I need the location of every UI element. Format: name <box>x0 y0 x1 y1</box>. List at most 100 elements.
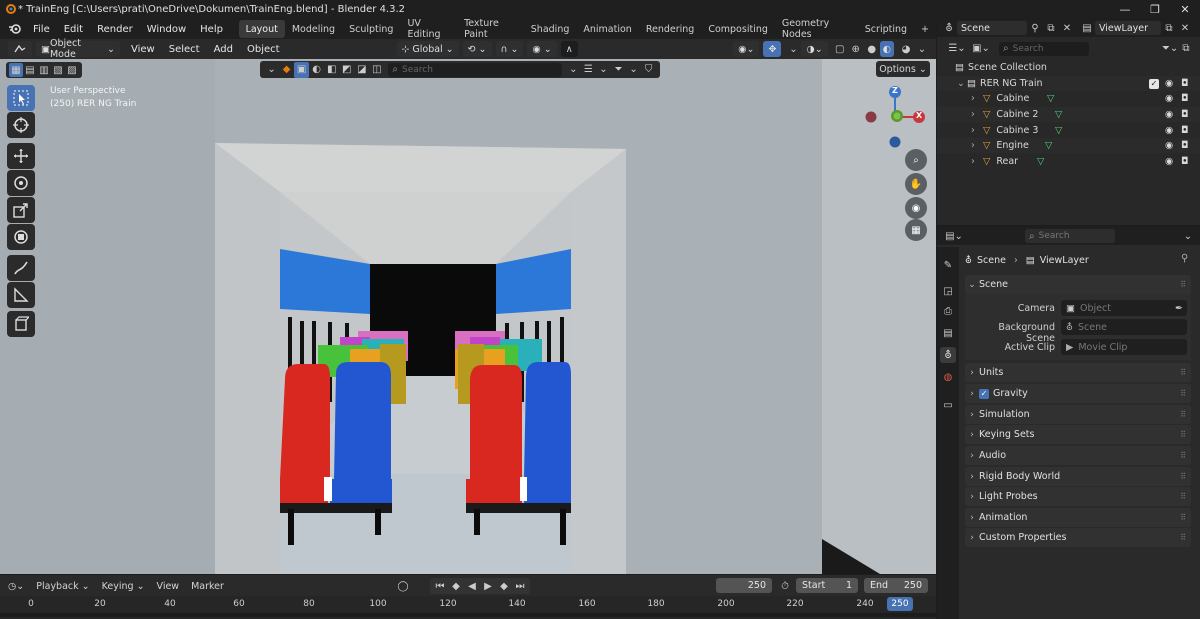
current-frame-field[interactable]: 250 <box>716 578 772 593</box>
minimize-button[interactable]: — <box>1110 0 1140 18</box>
menu-render[interactable]: Render <box>90 24 140 35</box>
tab-modeling[interactable]: Modeling <box>285 20 342 38</box>
active-clip-field[interactable]: ▶ Movie Clip <box>1061 339 1187 355</box>
camera-field[interactable]: ▣ Object ✒ <box>1061 300 1187 316</box>
chevron-right-icon[interactable]: › <box>971 109 983 120</box>
tool-tab-icon[interactable]: ✎ <box>940 257 956 273</box>
tab-animation[interactable]: Animation <box>576 20 638 38</box>
options-button[interactable]: Options ⌄ <box>876 61 930 77</box>
select-invert-icon[interactable]: ▧ <box>51 62 65 78</box>
gizmo-toggle-icon[interactable]: ✥ <box>763 41 782 57</box>
drag-handle-icon[interactable]: ⠿ <box>1180 410 1186 419</box>
falloff-icon[interactable]: ∧ <box>560 41 578 57</box>
camera-icon[interactable]: ◘ <box>1181 109 1189 120</box>
empty-filter-icon[interactable]: ◪ <box>354 62 369 78</box>
drag-handle-icon[interactable]: ⠿ <box>1180 280 1186 289</box>
panel-units[interactable]: › Units ⠿ <box>965 363 1191 382</box>
scene-selector[interactable]: Scene <box>957 21 1027 35</box>
chevron-down-icon[interactable]: ⌄ <box>566 62 581 78</box>
outliner-row-object[interactable]: › ▽ Cabine ▽ ◉ ◘ <box>937 91 1200 106</box>
new-scene-icon[interactable]: ⧉ <box>1043 20 1059 36</box>
mesh-data-icon[interactable]: ▽ <box>1045 140 1052 151</box>
collection-tab-icon[interactable]: ▭ <box>940 397 956 413</box>
cursor-tool-button[interactable] <box>7 112 35 138</box>
tab-layout[interactable]: Layout <box>238 20 285 38</box>
panel-light-probes[interactable]: › Light Probes ⠿ <box>965 487 1191 506</box>
wireframe-shading-icon[interactable]: ⊕ <box>848 41 864 57</box>
panel-custom-properties[interactable]: › Custom Properties ⠿ <box>965 528 1191 547</box>
rotate-tool-button[interactable] <box>7 170 35 196</box>
light-filter-icon[interactable]: ◩ <box>339 62 354 78</box>
menu-playback[interactable]: Playback ⌄ <box>36 581 89 592</box>
tab-compositing[interactable]: Compositing <box>701 20 775 38</box>
mesh-data-icon[interactable]: ▽ <box>1055 125 1062 136</box>
end-frame-field[interactable]: End 250 <box>864 578 928 593</box>
panel-audio[interactable]: › Audio ⠿ <box>965 446 1191 465</box>
tab-rendering[interactable]: Rendering <box>639 20 702 38</box>
eye-icon[interactable]: ◉ <box>1165 78 1173 89</box>
shading-dropdown-icon[interactable]: ⌄ <box>914 41 930 57</box>
mesh-data-icon[interactable]: ▽ <box>1037 156 1044 167</box>
add-workspace-icon[interactable]: + <box>914 20 936 38</box>
sort-icon[interactable]: ☰ <box>581 62 596 78</box>
select-subtract-icon[interactable]: ▥ <box>37 62 51 78</box>
checkbox-icon[interactable]: ✓ <box>1149 78 1159 89</box>
panel-rigid-body-world[interactable]: › Rigid Body World ⠿ <box>965 467 1191 486</box>
other-filter-icon[interactable]: ◫ <box>369 62 384 78</box>
filter-icon[interactable]: ⏷ <box>611 62 626 78</box>
blender-menu-icon[interactable] <box>8 23 22 35</box>
solid-shading-icon[interactable]: ● <box>864 41 880 57</box>
xray-icon[interactable]: ▢ <box>832 41 848 57</box>
mode-dropdown[interactable]: ▣ Object Mode ⌄ <box>36 38 120 60</box>
camera-icon[interactable]: ◘ <box>1181 93 1189 104</box>
eye-icon[interactable]: ◉ <box>1165 140 1173 151</box>
outliner-row-object[interactable]: › ▽ Rear ▽ ◉ ◘ <box>937 154 1200 169</box>
chevron-down-icon[interactable]: ⌄ <box>626 62 641 78</box>
drag-handle-icon[interactable]: ⠿ <box>1180 513 1186 522</box>
jump-start-icon[interactable]: ⏮ <box>432 578 448 594</box>
outliner-row-collection[interactable]: ⌄ ▤ RER NG Train ✓ ◉ ◘ <box>937 76 1200 91</box>
drag-handle-icon[interactable]: ⠿ <box>1180 451 1186 460</box>
chevron-right-icon[interactable]: › <box>971 93 983 104</box>
outliner-row-scene-collection[interactable]: ▤ Scene Collection <box>937 60 1200 75</box>
jump-end-icon[interactable]: ⏭ <box>512 578 528 594</box>
pivot-point-icon[interactable]: ⟲ ⌄ <box>462 41 492 57</box>
menu-add[interactable]: Add <box>207 44 240 55</box>
scale-tool-button[interactable] <box>7 197 35 223</box>
menu-select[interactable]: Select <box>162 44 207 55</box>
rendered-shading-icon[interactable]: ◕ <box>898 41 914 57</box>
panel-simulation[interactable]: › Simulation ⠿ <box>965 405 1191 424</box>
camera-icon[interactable]: ◘ <box>1181 140 1189 151</box>
new-view-layer-icon[interactable]: ⧉ <box>1161 20 1177 36</box>
outliner-row-object[interactable]: › ▽ Engine ▽ ◉ ◘ <box>937 138 1200 153</box>
tab-sculpting[interactable]: Sculpting <box>342 20 400 38</box>
ortho-toggle-button[interactable]: ▦ <box>905 219 927 241</box>
outliner-editor-icon[interactable]: ☰⌄ <box>945 41 969 57</box>
timeline-scrollbar[interactable] <box>0 613 936 617</box>
navigation-gizmo[interactable]: Z X <box>862 83 928 149</box>
menu-window[interactable]: Window <box>140 24 193 35</box>
chevron-down-icon[interactable]: ⌄ <box>264 62 279 78</box>
gravity-checkbox[interactable]: ✓ <box>979 388 989 399</box>
drag-handle-icon[interactable]: ⠿ <box>1180 492 1186 501</box>
menu-keying[interactable]: Keying ⌄ <box>102 581 145 592</box>
chevron-down-icon[interactable]: ⌄ <box>1180 228 1196 244</box>
viewport-search-input[interactable]: ⌕ Search <box>388 62 562 77</box>
object-filter-icon[interactable]: ▣ <box>294 61 310 78</box>
output-tab-icon[interactable]: ⎙ <box>940 303 956 319</box>
camera-view-button[interactable]: ◉ <box>905 197 927 219</box>
outliner-search-input[interactable]: ⌕ Search <box>999 41 1089 56</box>
start-frame-field[interactable]: Start 1 <box>796 578 858 593</box>
panel-scene-header[interactable]: ⌄ Scene ⠿ <box>965 275 1191 294</box>
filter-icon[interactable]: ⏷⌄ <box>1162 41 1178 57</box>
mesh-data-icon[interactable]: ▽ <box>1055 109 1062 120</box>
3d-viewport[interactable]: ▦ ▤ ▥ ▧ ▨ ⌄ ◆ ▣ ◐ ◧ ◩ ◪ ◫ ⌕ Search ⌄ ☰ ⌄… <box>0 59 936 574</box>
view-layer-selector[interactable]: ViewLayer <box>1095 21 1161 35</box>
chevron-down-icon[interactable]: ⌄ <box>596 62 611 78</box>
add-cube-tool-button[interactable] <box>7 311 35 337</box>
camera-icon[interactable]: ◘ <box>1181 78 1189 89</box>
pin-icon[interactable]: ⚲ <box>1181 253 1188 264</box>
scene-tab-icon[interactable]: ⛢ <box>940 347 956 363</box>
timeline-editor-icon[interactable]: ◷⌄ <box>8 581 24 592</box>
menu-marker[interactable]: Marker <box>191 581 224 592</box>
